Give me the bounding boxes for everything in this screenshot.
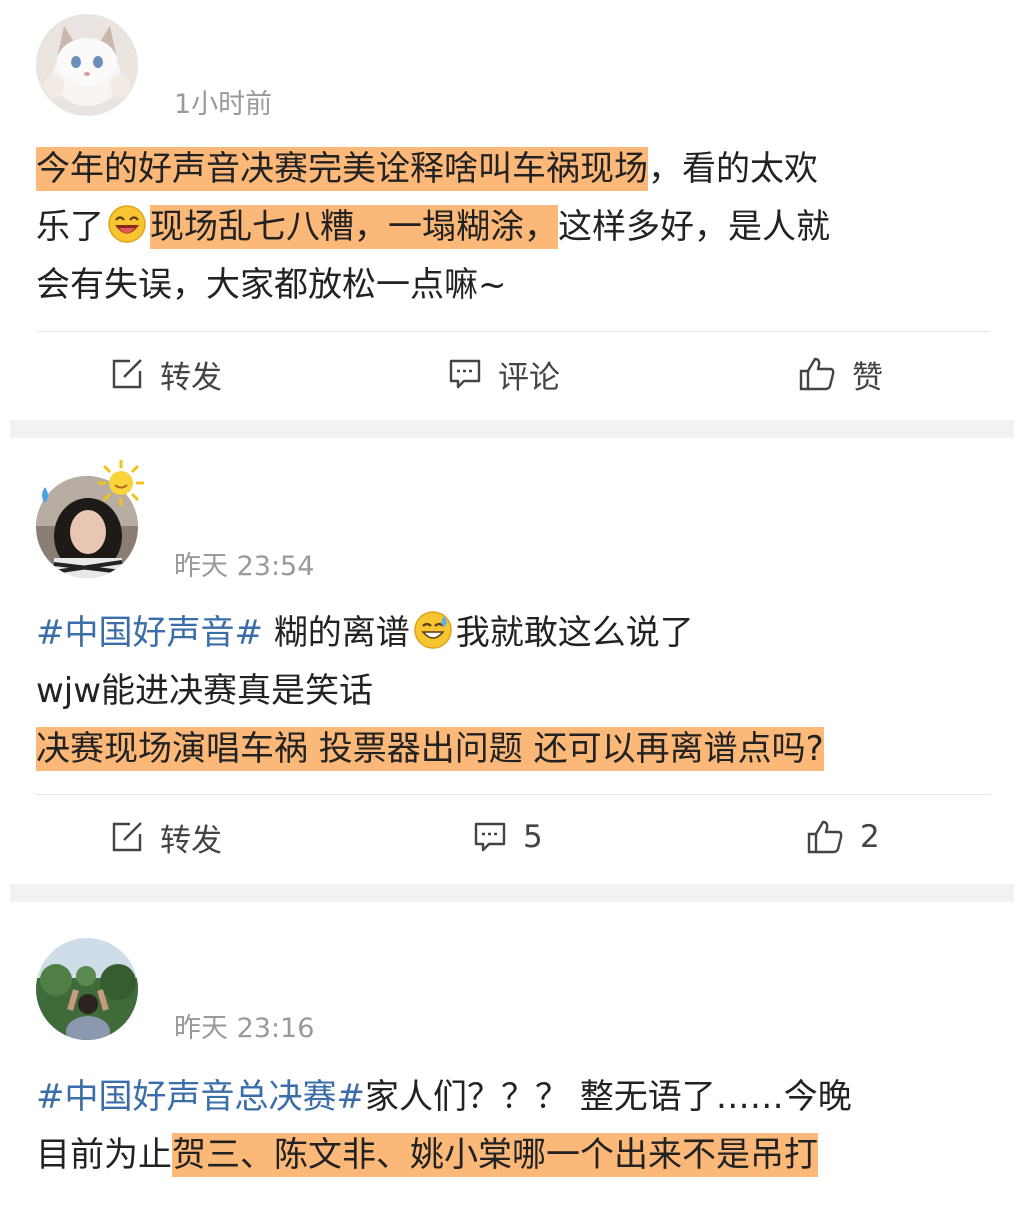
post-separator bbox=[10, 884, 1014, 902]
like-button[interactable]: 2 bbox=[806, 797, 880, 877]
post-line: 今年的好声音决赛完美诠释啥叫车祸现场，看的太欢 bbox=[36, 140, 996, 198]
post-text: 我就敢这么说了 bbox=[455, 613, 694, 653]
post-time: 1小时前 bbox=[174, 89, 273, 120]
post-line: #中国好声音# 糊的离谱 我就敢这么说了 bbox=[36, 604, 996, 662]
comment-count: 5 bbox=[523, 819, 543, 855]
comment-icon bbox=[474, 822, 506, 852]
thumbs-up-icon bbox=[807, 820, 843, 854]
post-line: 决赛现场演唱车祸 投票器出问题 还可以再离谱点吗? bbox=[36, 720, 996, 778]
avatar[interactable] bbox=[36, 938, 138, 1040]
highlighted-text: 决赛现场演唱车祸 投票器出问题 还可以再离谱点吗? bbox=[36, 727, 824, 771]
laughing-face-icon bbox=[107, 204, 147, 244]
post-line: 乐了 现场乱七八糟，一塌糊涂，这样多好，是人就 bbox=[36, 198, 996, 256]
repost-button[interactable]: 转发 bbox=[110, 334, 222, 414]
highlighted-text: 贺三、陈文非、姚小棠哪一个出来不是吊打 bbox=[172, 1133, 818, 1177]
comment-label: 评论 bbox=[498, 359, 560, 396]
post-time: 昨天 23:16 bbox=[174, 1013, 315, 1044]
hashtag-link[interactable]: #中国好声音总决赛# bbox=[36, 1077, 365, 1117]
action-bar: 转发 评论 赞 bbox=[0, 334, 1024, 414]
water-drop-icon bbox=[42, 487, 48, 503]
highlighted-text: 现场乱七八糟，一塌糊涂， bbox=[150, 205, 558, 249]
avatar[interactable] bbox=[36, 14, 138, 116]
post-2: 昨天 23:54 #中国好声音# 糊的离谱 我就敢这么说了 wjw能进决赛真是笑话… bbox=[0, 438, 1024, 884]
post-line: #中国好声音总决赛#家人们？？？ 整无语了……今晚 bbox=[36, 1068, 996, 1126]
repost-label: 转发 bbox=[160, 822, 222, 859]
post-line: wjw能进决赛真是笑话 bbox=[36, 662, 996, 720]
action-bar: 转发 5 2 bbox=[0, 797, 1024, 877]
post-content: #中国好声音总决赛#家人们？？？ 整无语了……今晚 目前为止贺三、陈文非、姚小棠… bbox=[36, 1068, 996, 1184]
comment-button[interactable]: 5 bbox=[473, 797, 543, 877]
post-text: wjw能进决赛真是笑话 bbox=[36, 671, 374, 711]
like-button[interactable]: 赞 bbox=[798, 334, 883, 414]
repost-button[interactable]: 转发 bbox=[110, 797, 222, 877]
divider bbox=[36, 794, 990, 795]
like-count: 2 bbox=[860, 819, 880, 855]
post-content: #中国好声音# 糊的离谱 我就敢这么说了 wjw能进决赛真是笑话 决赛现场演唱车祸… bbox=[36, 604, 996, 778]
post-text: 目前为止 bbox=[36, 1135, 172, 1175]
post-line: 目前为止贺三、陈文非、姚小棠哪一个出来不是吊打 bbox=[36, 1126, 996, 1184]
post-text: 会有失误，大家都放松一点嘛~ bbox=[36, 265, 507, 305]
post-text: 这样多好，是人就 bbox=[558, 207, 830, 247]
repost-icon bbox=[112, 359, 142, 389]
divider bbox=[36, 331, 990, 332]
repost-icon bbox=[112, 822, 142, 852]
thumbs-up-icon bbox=[799, 357, 835, 391]
post-3: 昨天 23:16 #中国好声音总决赛#家人们？？？ 整无语了……今晚 目前为止贺… bbox=[0, 902, 1024, 1207]
post-text: 家人们？？？ 整无语了……今晚 bbox=[364, 1077, 852, 1117]
sweat-smile-icon bbox=[413, 610, 453, 650]
highlighted-text: 今年的好声音决赛完美诠释啥叫车祸现场 bbox=[36, 147, 648, 191]
post-content: 今年的好声音决赛完美诠释啥叫车祸现场，看的太欢 乐了 现场乱七八糟，一塌糊涂，这样… bbox=[36, 140, 996, 314]
post-text: 糊的离谱 bbox=[262, 613, 410, 653]
post-1: 1小时前 今年的好声音决赛完美诠释啥叫车祸现场，看的太欢 乐了 现场乱七八糟，一塌… bbox=[0, 0, 1024, 420]
post-text: ，看的太欢 bbox=[648, 149, 818, 189]
post-text: 乐了 bbox=[36, 207, 104, 247]
like-label: 赞 bbox=[852, 359, 883, 396]
post-separator bbox=[10, 420, 1014, 438]
hashtag-link[interactable]: #中国好声音# bbox=[36, 613, 263, 653]
post-line: 会有失误，大家都放松一点嘛~ bbox=[36, 256, 996, 314]
sun-badge-icon bbox=[98, 460, 144, 506]
comment-icon bbox=[449, 359, 481, 389]
repost-label: 转发 bbox=[160, 359, 222, 396]
comment-button[interactable]: 评论 bbox=[448, 334, 560, 414]
post-time: 昨天 23:54 bbox=[174, 551, 315, 582]
